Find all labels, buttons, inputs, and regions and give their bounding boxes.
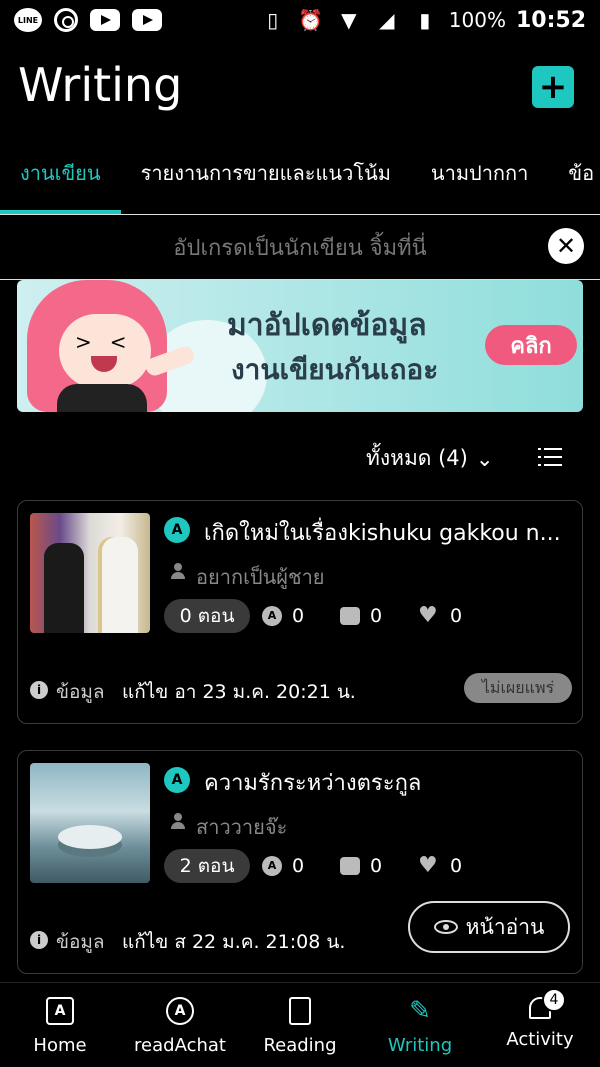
chat-icon: A [262,856,282,876]
chat-stat: A 0 [262,605,304,627]
promo-subtitle: งานเขียนกันเถอะ [231,353,439,386]
work-author: สาววายจ๊ะ [196,815,288,839]
mascot-eyes: >< [75,330,145,354]
list-view-icon[interactable] [538,446,562,468]
mascot-shirt [57,384,147,412]
tab-bar: งานเขียน รายงานการขายและแนวโน้ม นามปากกา… [0,150,600,214]
chat-stat: A 0 [262,855,304,877]
nav-home[interactable]: A Home [0,983,120,1067]
work-card[interactable]: A เกิดใหม่ในเรื่องkishuku gakkou n... อย… [17,500,583,724]
info-label[interactable]: ข้อมูล [56,927,105,957]
status-bar: LINE ▯ ⏰ ▼ ◢ ▮ 100% 10:52 [0,0,600,40]
comment-icon [340,857,360,875]
upgrade-banner[interactable]: อัปเกรดเป็นนักเขียน จิ้มที่นี่ ✕ [0,216,600,280]
edited-timestamp: แก้ไข ส 22 ม.ค. 21:08 น. [122,931,346,953]
signal-icon: ◢ [379,8,395,32]
info-icon[interactable]: i [30,681,48,699]
episode-count: 2 ตอน [164,849,250,883]
like-stat: ♥ 0 [418,853,463,878]
work-cover[interactable] [30,513,150,633]
heart-icon: ♥ [418,603,438,628]
page-title: Writing [18,58,183,112]
work-title[interactable]: ความรักระหว่างตระกูล [204,765,574,800]
plus-icon: + [538,67,568,107]
comment-stat: 0 [340,855,382,877]
tab-pen-name[interactable]: นามปากกา [411,150,548,214]
promo-title: มาอัปเดตข้อมูล [227,308,427,343]
bottom-nav: A Home A readAchat Reading ✎ Writing Act… [0,982,600,1067]
chrome-icon [54,8,78,32]
nav-reading[interactable]: Reading [240,983,360,1067]
wifi-icon: ▼ [341,8,357,32]
comment-count: 0 [370,605,383,627]
comment-icon [340,607,360,625]
achat-badge-icon: A [164,517,190,543]
achat-badge-icon: A [164,767,190,793]
alarm-icon: ⏰ [298,8,324,32]
chat-count: 0 [292,855,305,877]
book-icon [289,997,311,1025]
battery-percent: 100% [448,8,506,32]
work-title[interactable]: เกิดใหม่ในเรื่องkishuku gakkou n... [204,515,574,550]
reader-view-button[interactable]: หน้าอ่าน [408,901,570,953]
info-label[interactable]: ข้อมูล [56,677,105,707]
nav-activity-label: Activity [506,1029,574,1050]
nav-home-label: Home [33,1035,87,1056]
youtube-icon [90,9,120,31]
home-icon: A [46,997,74,1025]
promo-click-button[interactable]: คลิก [485,325,577,365]
work-card[interactable]: A ความรักระหว่างตระกูล สาววายจ๊ะ 2 ตอน A… [17,750,583,974]
episode-count: 0 ตอน [164,599,250,633]
nav-readachat[interactable]: A readAchat [120,983,240,1067]
tab-sales-report[interactable]: รายงานการขายและแนวโน้ม [121,150,411,214]
nav-writing-label: Writing [387,1035,453,1056]
notification-badge: 4 [542,988,566,1012]
like-count: 0 [450,855,463,877]
nav-readachat-label: readAchat [134,1035,226,1056]
tab-works[interactable]: งานเขียน [0,150,121,214]
nav-reading-label: Reading [263,1035,337,1056]
comment-count: 0 [370,855,383,877]
pencil-icon: ✎ [409,996,431,1026]
tab-more[interactable]: ข้อ [548,150,600,214]
add-work-button[interactable]: + [532,66,574,108]
comment-stat: 0 [340,605,382,627]
battery-icon: ▮ [419,8,431,32]
chat-icon: A [166,997,194,1025]
close-icon: ✕ [555,232,577,260]
nav-writing[interactable]: ✎ Writing [360,983,480,1067]
work-author: อยากเป็นผู้ชาย [196,565,325,589]
chevron-down-icon: ⌄ [475,446,494,471]
promo-banner[interactable]: >< มาอัปเดตข้อมูล งานเขียนกันเถอะ คลิก [17,280,583,412]
like-stat: ♥ 0 [418,603,463,628]
clock: 10:52 [515,7,586,33]
status-badge: ไม่เผยแพร่ [464,673,572,703]
reader-view-label: หน้าอ่าน [465,914,545,939]
heart-icon: ♥ [418,853,438,878]
tab-divider [0,214,600,215]
close-banner-button[interactable]: ✕ [548,228,584,264]
chat-icon: A [262,606,282,626]
chat-count: 0 [292,605,305,627]
user-icon [170,813,186,829]
edited-timestamp: แก้ไข อา 23 ม.ค. 20:21 น. [122,681,356,703]
youtube-icon [132,9,162,31]
info-icon[interactable]: i [30,931,48,949]
user-icon [170,563,186,579]
line-icon: LINE [14,8,42,32]
nav-activity[interactable]: Activity [480,983,600,1067]
filter-dropdown[interactable]: ทั้งหมด (4) ⌄ [366,442,493,475]
upgrade-text: อัปเกรดเป็นนักเขียน จิ้มที่นี่ [173,236,427,261]
like-count: 0 [450,605,463,627]
vibrate-icon: ▯ [267,8,279,32]
filter-label: ทั้งหมด (4) [366,446,468,470]
work-cover[interactable] [30,763,150,883]
eye-icon [433,920,458,934]
